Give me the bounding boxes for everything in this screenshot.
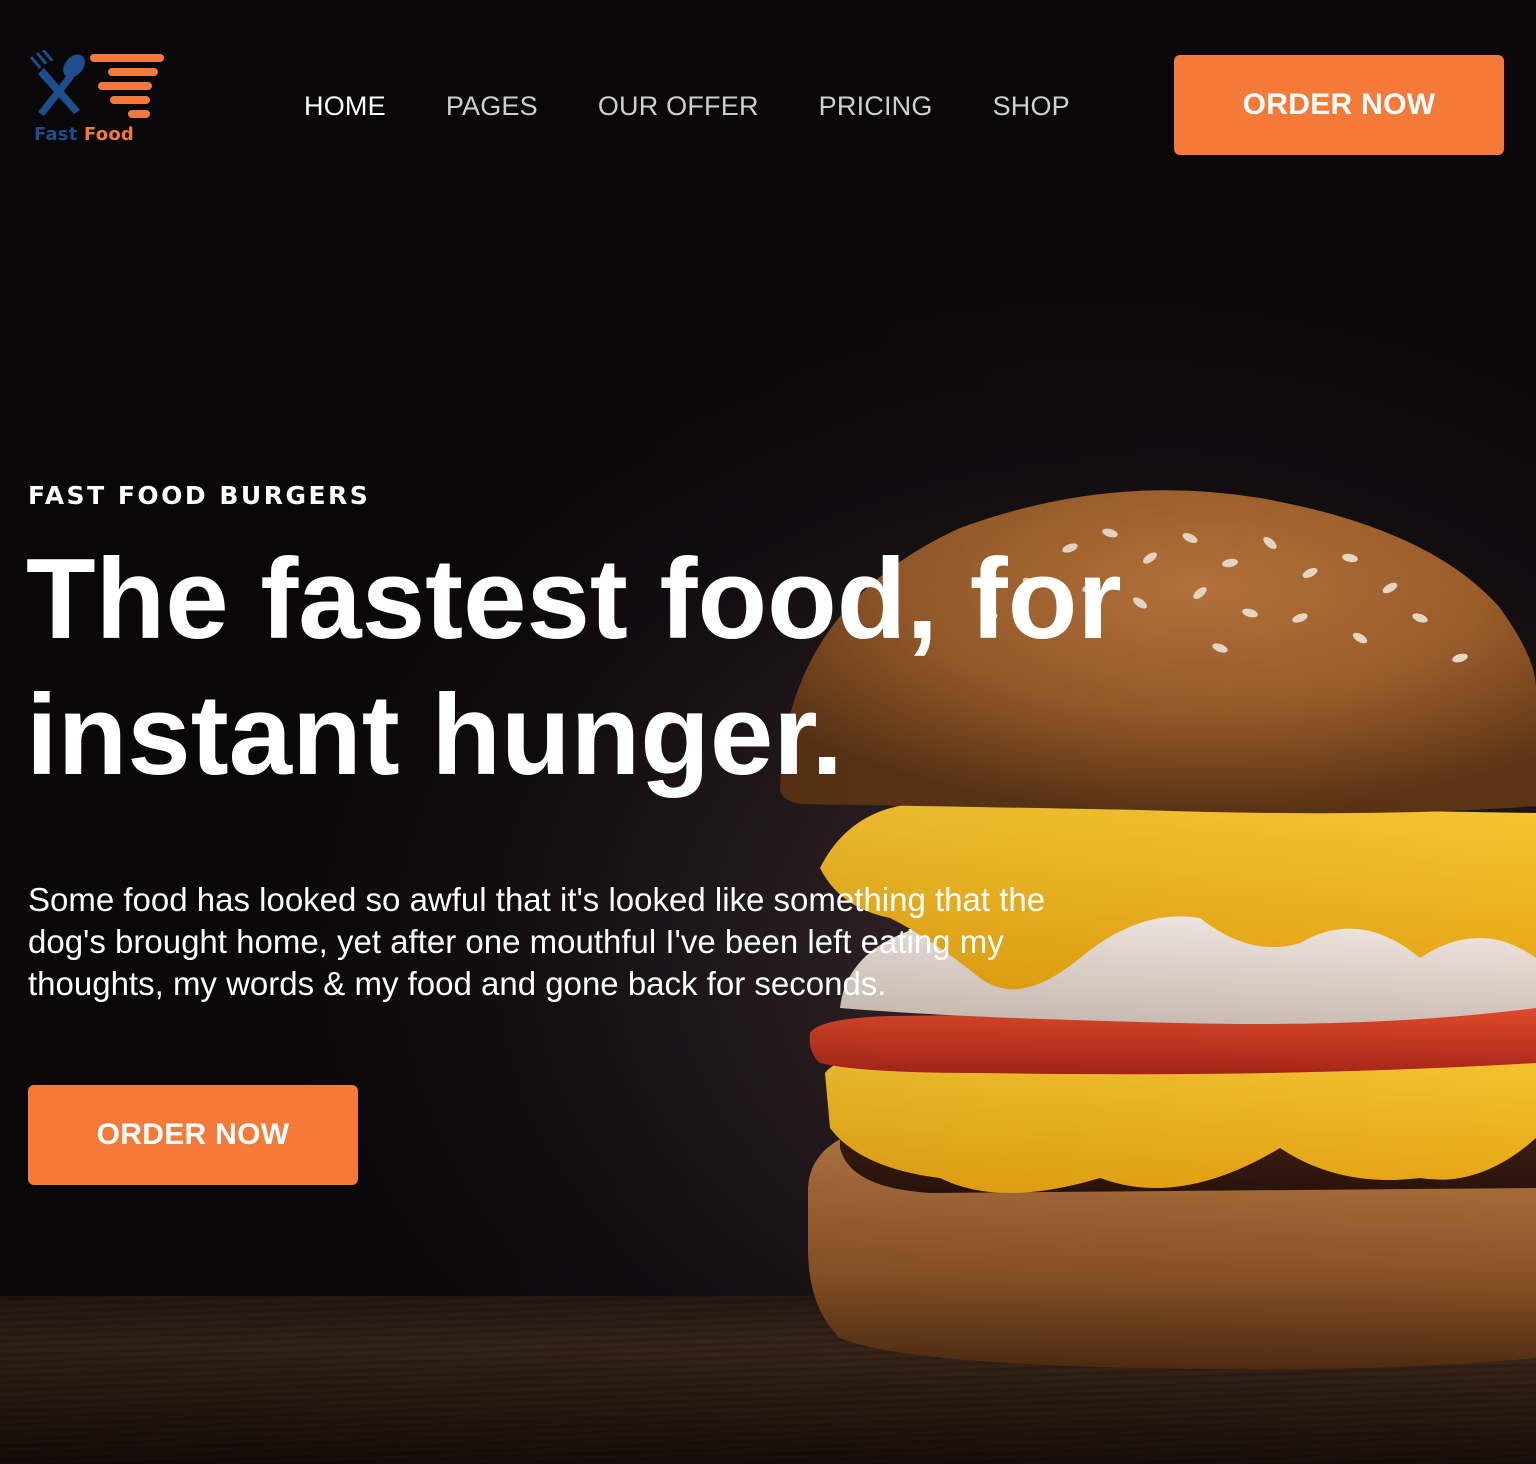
nav-item-pages[interactable]: PAGES [446, 91, 538, 122]
nav-item-home[interactable]: HOME [304, 91, 386, 122]
hero-headline-line-2: instant hunger. [26, 672, 844, 799]
hero-order-now-button[interactable]: ORDER NOW [28, 1085, 358, 1185]
nav-item-shop[interactable]: SHOP [993, 91, 1070, 122]
nav-item-pricing[interactable]: PRICING [819, 91, 933, 122]
logo-wordmark: Fast Food [34, 124, 134, 145]
fast-food-logo[interactable]: Fast Food [28, 49, 168, 160]
hero-body-text: Some food has looked so awful that it's … [28, 881, 1046, 1002]
hero-headline: The fastest food, for instant hunger. [26, 532, 1146, 804]
hero-headline-line-1: The fastest food, for [26, 536, 1122, 663]
fork-spoon-logo-icon [29, 49, 164, 118]
nav-item-our-offer[interactable]: OUR OFFER [598, 91, 759, 122]
main-nav: HOME PAGES OUR OFFER PRICING SHOP [304, 88, 1130, 124]
hero-eyebrow: FAST FOOD BURGERS [28, 481, 371, 510]
header-order-now-button[interactable]: ORDER NOW [1174, 55, 1504, 155]
